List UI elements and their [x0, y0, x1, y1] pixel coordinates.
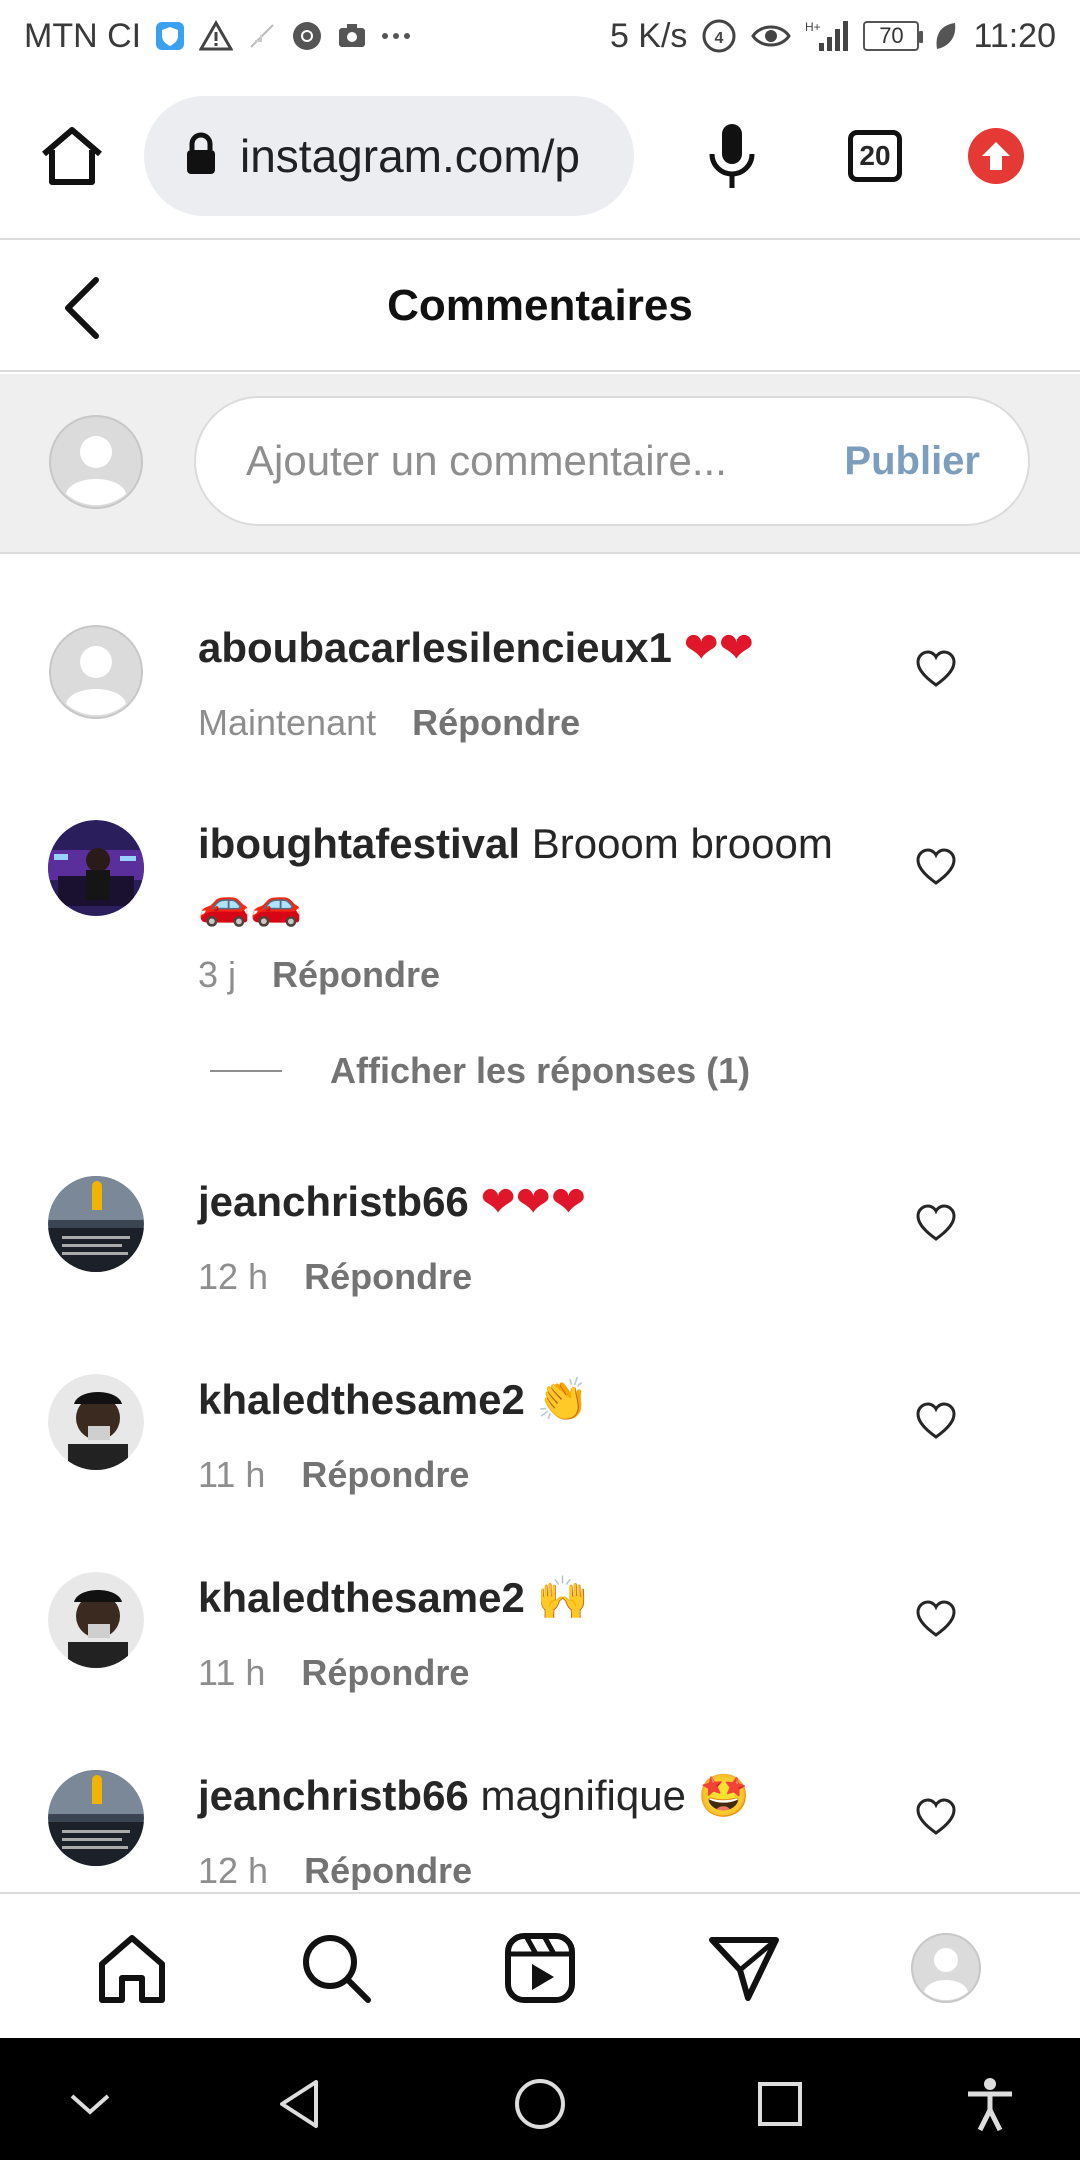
avatar[interactable] [48, 624, 144, 720]
reply-button[interactable]: Répondre [301, 1652, 469, 1694]
tab-switcher-button[interactable]: 20 [848, 130, 902, 182]
network-speed: 5 K/s [609, 16, 688, 55]
comment-meta: 11 h Répondre [198, 1454, 469, 1496]
network-off-icon [247, 18, 277, 54]
svg-text:H+: H+ [805, 20, 821, 34]
comment-text: 👏 [536, 1376, 589, 1423]
avatar[interactable] [48, 820, 144, 916]
url-bar[interactable]: instagram.com/p [144, 96, 634, 216]
back-icon[interactable] [272, 2076, 328, 2132]
comment-time: 11 h [198, 1652, 266, 1693]
chevron-down-icon[interactable] [62, 2076, 118, 2132]
reply-button[interactable]: Répondre [304, 1850, 472, 1890]
signal-icon: H+ [805, 18, 849, 54]
home-circle-icon[interactable] [512, 2076, 568, 2132]
comment-body: aboubacarlesilencieux1 ❤❤ [198, 618, 838, 678]
avatar[interactable] [48, 1572, 144, 1668]
publish-button[interactable]: Publier [844, 439, 980, 484]
direct-message-icon[interactable] [708, 1932, 780, 2004]
reply-button[interactable]: Répondre [304, 1256, 472, 1298]
comment-text: 🙌 [536, 1574, 589, 1621]
comment-username[interactable]: jeanchristb66 [198, 1772, 469, 1819]
avatar[interactable] [48, 1176, 144, 1272]
comment-meta: Maintenant Répondre [198, 702, 580, 744]
camera-icon [337, 18, 367, 54]
back-arrow-icon[interactable] [60, 276, 104, 340]
heart-icon[interactable] [916, 1600, 956, 1640]
heart-icon[interactable] [916, 1798, 956, 1838]
reply-button[interactable]: Répondre [412, 702, 580, 744]
heart-icon[interactable] [916, 650, 956, 690]
comment-meta: 3 j Répondre [198, 954, 440, 996]
recents-icon[interactable] [752, 2076, 808, 2132]
search-icon[interactable] [300, 1932, 372, 2004]
comment-meta: 12 h Répondre [198, 1850, 472, 1890]
avatar[interactable] [48, 1770, 144, 1866]
more-notifications-icon [381, 18, 411, 54]
comment-time: Maintenant [198, 702, 377, 743]
comment-username[interactable]: aboubacarlesilencieux1 [198, 624, 672, 671]
accessibility-icon[interactable] [962, 2076, 1018, 2132]
microphone-icon[interactable] [706, 120, 758, 192]
update-icon[interactable] [968, 128, 1024, 184]
comment-username[interactable]: khaledthesame2 [198, 1376, 525, 1423]
profile-avatar[interactable] [910, 1932, 982, 2004]
heart-icon[interactable] [916, 1204, 956, 1244]
lock-icon [184, 132, 218, 181]
comment-time: 12 h [198, 1850, 269, 1890]
svg-text:4: 4 [715, 30, 724, 47]
comment-body: jeanchristb66 magnifique 🤩 [198, 1766, 838, 1826]
battery-indicator: 70 [863, 21, 924, 51]
home-icon[interactable] [96, 1932, 168, 2004]
comment-body: khaledthesame2 👏 [198, 1370, 838, 1430]
reels-icon[interactable] [504, 1932, 576, 2004]
chrome-icon [291, 18, 323, 54]
heart-icon[interactable] [916, 1402, 956, 1442]
shield-icon [155, 18, 185, 54]
comment-body: khaledthesame2 🙌 [198, 1568, 838, 1628]
avatar[interactable] [48, 1374, 144, 1470]
comment-meta: 11 h Répondre [198, 1652, 469, 1694]
comment-time: 12 h [198, 1256, 269, 1297]
browser-toolbar: instagram.com/p 20 [0, 72, 1080, 240]
comment-text: magnifique 🤩 [480, 1772, 750, 1819]
comment-username[interactable]: iboughtafestival [198, 820, 520, 867]
reply-button[interactable]: Répondre [301, 1454, 469, 1496]
comment-body: iboughtafestival Brooom brooom 🚗🚗 [198, 814, 838, 934]
comments-list: aboubacarlesilencieux1 ❤❤ Maintenant Rép… [0, 556, 1080, 1890]
clock: 11:20 [973, 16, 1056, 55]
view-replies-label: Afficher les réponses (1) [330, 1050, 751, 1091]
leaf-icon [933, 18, 959, 54]
page-title: Commentaires [387, 281, 693, 330]
system-navigation-bar [0, 2038, 1080, 2160]
carrier-label: MTN CI [24, 16, 142, 55]
comment-input-container[interactable]: Publier [194, 396, 1030, 526]
url-text: instagram.com/p [240, 130, 581, 182]
eye-icon [751, 18, 792, 54]
comment-time: 11 h [198, 1454, 266, 1495]
volte-icon: 4 [701, 18, 737, 54]
bottom-navigation [0, 1892, 1080, 2036]
comment-composer: Publier [0, 374, 1080, 554]
comment-text: ❤❤ [683, 624, 754, 671]
avatar [48, 414, 144, 510]
comment-time: 3 j [198, 954, 237, 995]
heart-icon[interactable] [916, 848, 956, 888]
divider [210, 1070, 282, 1072]
comment-text: ❤❤❤ [480, 1178, 587, 1225]
comment-body: jeanchristb66 ❤❤❤ [198, 1172, 838, 1232]
comment-username[interactable]: khaledthesame2 [198, 1574, 525, 1621]
comment-meta: 12 h Répondre [198, 1256, 472, 1298]
warning-icon [199, 18, 234, 54]
comments-header: Commentaires [0, 242, 1080, 372]
view-replies-button[interactable]: Afficher les réponses (1) [210, 1050, 750, 1092]
reply-button[interactable]: Répondre [272, 954, 440, 996]
status-bar: MTN CI 5 K/s 4 H+ 70 11:20 [0, 0, 1080, 72]
comment-input[interactable] [246, 437, 806, 485]
home-icon[interactable] [38, 124, 106, 188]
comment-username[interactable]: jeanchristb66 [198, 1178, 469, 1225]
